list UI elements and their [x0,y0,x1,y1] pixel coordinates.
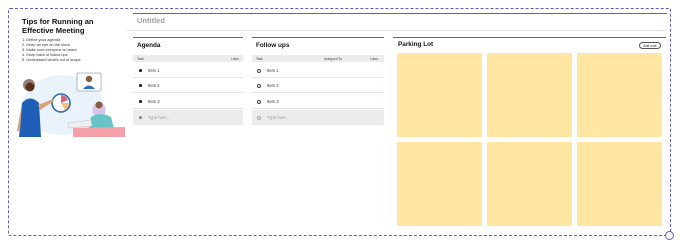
bullet-icon [139,69,142,72]
followup-row[interactable]: Item 2 [252,78,384,93]
agenda-item-text[interactable]: Item 2 [148,83,160,88]
page-title[interactable]: Untitled [137,16,165,25]
followup-item-text[interactable]: Item 2 [267,83,279,88]
sticky-note[interactable] [577,142,662,226]
agenda-panel: Agenda Task Likes Item 1 Item 2 Item 3 T… [133,37,243,127]
agenda-type-here[interactable]: Type here... [148,115,170,120]
add-note-button[interactable]: Add note [639,42,661,49]
checkbox-circle-icon[interactable] [257,99,262,104]
checkbox-circle-icon[interactable] [257,68,262,73]
agenda-title: Agenda [137,42,161,49]
checkbox-circle-icon [257,115,262,120]
sticky-note[interactable] [397,142,482,226]
tips-card: Tips for Running an Effective Meeting 1.… [13,13,126,137]
panel-accent-rule [393,37,666,38]
followup-type-here[interactable]: Type here... [267,115,289,120]
followups-table-header: Task Assigned To Likes [252,55,384,62]
followups-panel: Follow ups Task Assigned To Likes Item 1… [252,37,384,127]
agenda-row[interactable]: Item 1 [133,63,243,78]
column-header-likes: Likes [231,57,239,61]
column-header-likes: Likes [370,57,378,61]
column-header-task: Task [137,57,144,61]
panel-accent-rule [252,37,384,38]
sticky-note[interactable] [487,53,572,137]
followup-item-text[interactable]: Item 1 [267,68,279,73]
followup-item-text[interactable]: Item 3 [267,99,279,104]
page-title-bar: Untitled [127,13,667,31]
bullet-icon [139,100,142,103]
followup-row[interactable]: Item 1 [252,63,384,78]
agenda-item-text[interactable]: Item 1 [148,68,160,73]
bullet-icon [139,116,142,119]
resize-handle[interactable] [665,231,674,240]
followups-title: Follow ups [256,42,290,49]
agenda-item-text[interactable]: Item 3 [148,99,160,104]
checkbox-circle-icon[interactable] [257,83,262,88]
agenda-row[interactable]: Item 3 [133,94,243,109]
column-header-assigned-to: Assigned To [324,57,342,61]
parking-lot-title: Parking Lot [398,41,434,48]
tips-list: 1. Define your agenda 2. Keep an eye on … [22,37,126,62]
sticky-note[interactable] [397,53,482,137]
sticky-note[interactable] [487,142,572,226]
agenda-add-row[interactable]: Type here... [133,110,243,125]
followup-row[interactable]: Item 3 [252,94,384,109]
panel-accent-rule [133,37,243,38]
meeting-illustration [17,72,125,137]
agenda-table-header: Task Likes [133,55,243,62]
tips-title: Tips for Running an Effective Meeting [22,17,94,35]
bullet-icon [139,84,142,87]
sticky-note[interactable] [577,53,662,137]
column-header-task: Task [256,57,263,61]
parking-lot-panel: Parking Lot Add note [393,37,666,231]
tip-item: 5. Understand what's out of scope [22,57,81,62]
agenda-row[interactable]: Item 2 [133,78,243,93]
followup-add-row[interactable]: Type here... [252,110,384,125]
